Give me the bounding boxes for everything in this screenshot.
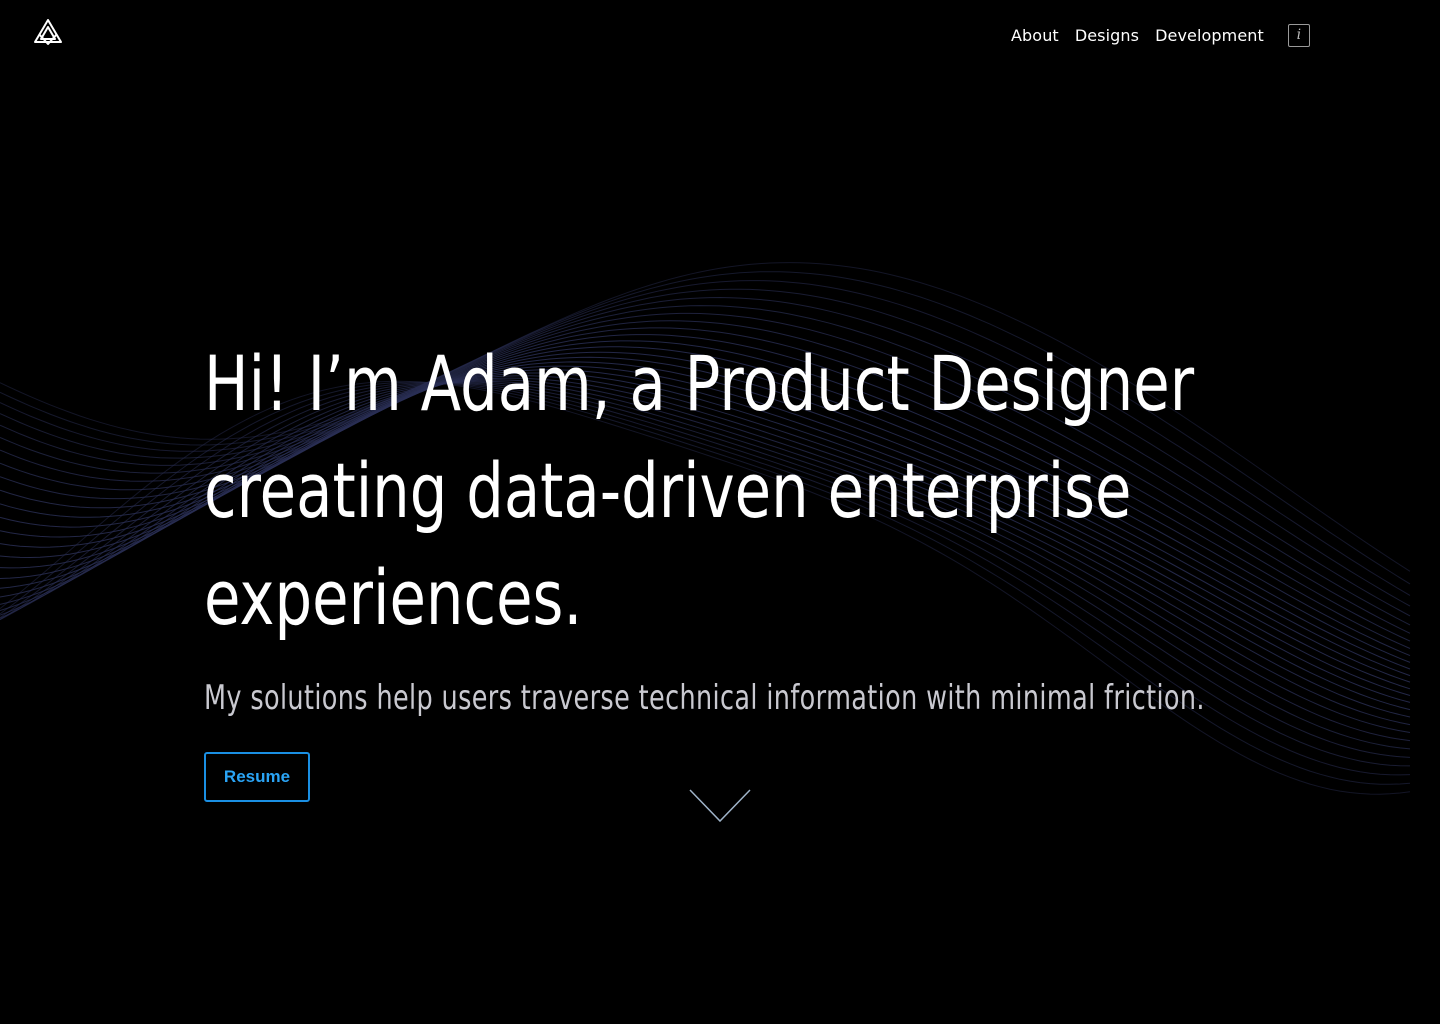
site-logo[interactable] bbox=[33, 18, 63, 46]
chevron-down-icon[interactable] bbox=[688, 788, 752, 824]
nav-designs-link[interactable]: Designs bbox=[1075, 26, 1139, 45]
nav-about-link[interactable]: About bbox=[1011, 26, 1059, 45]
hero-subtitle: My solutions help users traverse technic… bbox=[204, 678, 1205, 718]
hero-title-line: experiences. bbox=[204, 553, 583, 642]
info-icon-glyph: i bbox=[1296, 27, 1302, 43]
info-icon[interactable]: i bbox=[1287, 23, 1310, 47]
hero-title-line: Hi! I’m Adam, a Product Designer bbox=[204, 339, 1195, 428]
nav-development-link[interactable]: Development bbox=[1155, 26, 1264, 45]
main-nav: About Designs Development i bbox=[1011, 22, 1310, 48]
triangle-monogram-logo-icon bbox=[34, 19, 62, 45]
resume-button[interactable]: Resume bbox=[204, 752, 310, 802]
hero-title: Hi! I’m Adam, a Product Designer creatin… bbox=[204, 330, 1195, 651]
hero-title-line: creating data-driven enterprise bbox=[204, 446, 1132, 535]
